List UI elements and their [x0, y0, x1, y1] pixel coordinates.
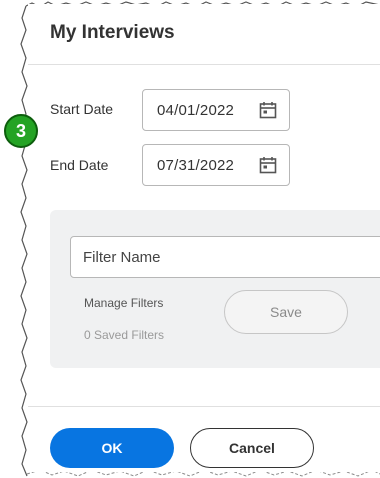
step-number-badge: 3 — [4, 114, 38, 148]
filter-name-input[interactable]: Filter Name — [70, 236, 380, 278]
cancel-button[interactable]: Cancel — [190, 428, 314, 468]
end-date-label: End Date — [50, 157, 109, 173]
start-date-label: Start Date — [50, 101, 114, 117]
calendar-icon[interactable] — [259, 101, 277, 119]
interviews-dialog: My Interviews Start Date 04/01/2022 End … — [28, 4, 380, 472]
filter-name-placeholder: Filter Name — [83, 248, 161, 266]
saved-filters-count: 0 Saved Filters — [84, 328, 165, 342]
dialog-title: My Interviews — [50, 22, 175, 43]
end-date-field[interactable]: 07/31/2022 — [142, 144, 290, 186]
start-date-value: 04/01/2022 — [157, 101, 235, 119]
manage-filters-link[interactable]: Manage Filters — [84, 296, 163, 310]
filter-panel: Filter Name Manage Filters 0 Saved Filte… — [50, 210, 380, 368]
calendar-icon[interactable] — [259, 156, 277, 174]
ok-button[interactable]: OK — [50, 428, 174, 468]
end-date-value: 07/31/2022 — [157, 156, 235, 174]
title-divider — [28, 64, 380, 65]
start-date-field[interactable]: 04/01/2022 — [142, 89, 290, 131]
footer-divider — [28, 406, 380, 407]
save-filter-button[interactable]: Save — [224, 290, 348, 334]
